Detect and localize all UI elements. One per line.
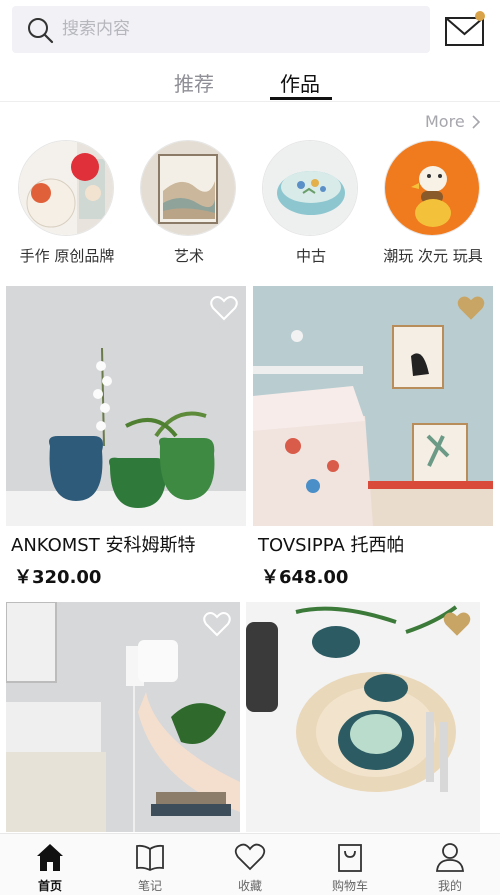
user-icon <box>436 843 464 872</box>
product-name: TOVSIPPA 托西帕 <box>258 535 405 556</box>
product-image <box>253 286 493 526</box>
mail-icon[interactable] <box>444 10 486 48</box>
heart-icon[interactable] <box>443 611 471 637</box>
bottom-nav: 首页 笔记 收藏 购物车 我的 <box>0 833 500 895</box>
category-label: 潮玩 次元 玩具 <box>383 247 483 265</box>
book-icon <box>136 844 164 872</box>
nav-profile[interactable]: 我的 <box>400 834 500 895</box>
product-card[interactable]: ANKOMST 安科姆斯特 ￥320.00 <box>6 286 246 596</box>
landscape-painting-image <box>140 140 236 236</box>
floral-bowl-image <box>262 140 358 236</box>
category-label: 艺术 <box>173 247 204 265</box>
category-label: 手作 原创品牌 <box>19 247 115 265</box>
search-placeholder[interactable]: 搜索内容 <box>62 18 130 40</box>
paper-fan-image <box>18 140 114 236</box>
more-link[interactable]: More <box>425 112 465 132</box>
tab-recommend[interactable]: 推荐 <box>174 70 214 98</box>
search-icon <box>28 18 54 44</box>
nav-cart[interactable]: 购物车 <box>300 834 400 895</box>
duck-toy-image <box>384 140 480 236</box>
heart-icon[interactable] <box>457 295 485 321</box>
nav-favorites[interactable]: 收藏 <box>200 834 300 895</box>
category-art[interactable]: 艺术 <box>128 140 250 270</box>
nav-notes[interactable]: 笔记 <box>100 834 200 895</box>
product-price: ￥320.00 <box>14 567 102 588</box>
nav-label: 我的 <box>437 879 462 893</box>
product-card[interactable] <box>246 602 480 832</box>
nav-label: 收藏 <box>237 879 262 893</box>
chevron-right-icon[interactable] <box>471 113 481 131</box>
nav-home[interactable]: 首页 <box>0 834 100 895</box>
product-card[interactable]: TOVSIPPA 托西帕 ￥648.00 <box>253 286 493 596</box>
nav-label: 购物车 <box>331 879 368 893</box>
category-vintage[interactable]: 中古 <box>250 140 372 270</box>
active-tab-indicator <box>270 97 332 100</box>
heart-icon <box>234 843 266 871</box>
search-bar[interactable]: 搜索内容 <box>12 6 430 53</box>
nav-label: 笔记 <box>137 879 162 893</box>
home-icon <box>37 844 63 871</box>
product-name: ANKOMST 安科姆斯特 <box>11 535 196 556</box>
shopping-bag-icon <box>338 844 362 872</box>
heart-icon[interactable] <box>203 611 231 637</box>
product-image <box>6 286 246 526</box>
category-toys[interactable]: 潮玩 次元 玩具 <box>372 140 494 270</box>
nav-label: 首页 <box>37 879 62 893</box>
tab-works[interactable]: 作品 <box>280 70 320 98</box>
category-handmade[interactable]: 手作 原创品牌 <box>6 140 128 270</box>
divider <box>0 101 500 102</box>
product-price: ￥648.00 <box>261 567 349 588</box>
product-card[interactable] <box>6 602 240 832</box>
category-label: 中古 <box>295 247 326 265</box>
heart-icon[interactable] <box>210 295 238 321</box>
